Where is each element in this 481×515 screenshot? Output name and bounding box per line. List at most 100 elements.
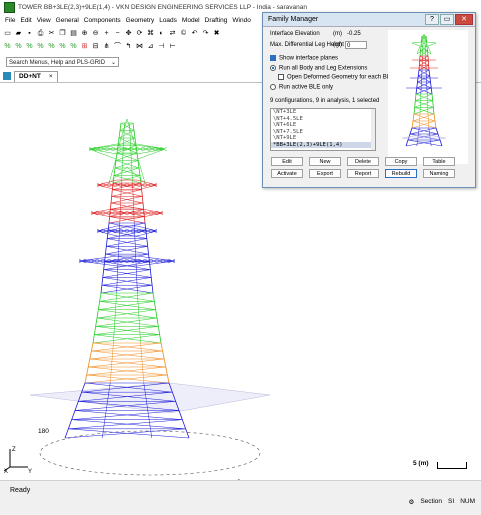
naming-button[interactable]: Naming bbox=[423, 169, 455, 178]
axis-y-label: Y bbox=[28, 469, 32, 473]
pan-icon[interactable]: ✥ bbox=[124, 29, 133, 38]
toolbar-1: ▭▰▪⎙✂❐▤⊕⊖+−✥⟳⌘◐⇄©↶↷✖ bbox=[0, 27, 262, 39]
tool-a-icon[interactable]: % bbox=[3, 42, 12, 51]
menu-item-components[interactable]: Components bbox=[84, 17, 121, 24]
run-all-radio[interactable]: Run all Body and Leg Extensions bbox=[270, 65, 367, 72]
interface-elevation-label: Interface Elevation bbox=[270, 31, 320, 37]
axis-x-label: X bbox=[4, 469, 8, 473]
menu-item-general[interactable]: General bbox=[56, 17, 79, 24]
run-active-radio[interactable]: Run active BLE only bbox=[270, 84, 333, 91]
tool-n-icon[interactable]: ⊿ bbox=[146, 42, 155, 51]
radio-selected-icon bbox=[270, 65, 276, 71]
close-icon[interactable]: ✕ bbox=[455, 14, 473, 25]
tool-o-icon[interactable]: ⊣ bbox=[157, 42, 166, 51]
tool-l-icon[interactable]: ↰ bbox=[124, 42, 133, 51]
configurations-list[interactable]: \NT+3LE\NT+4.5LE\NT+6LE\NT+7.5LE\NT+9LE*… bbox=[270, 108, 376, 151]
copy-icon[interactable]: ❐ bbox=[58, 29, 67, 38]
minus-icon[interactable]: − bbox=[113, 29, 122, 38]
status-ready: Ready bbox=[10, 487, 30, 494]
show-interface-planes-label: Show interface planes bbox=[279, 56, 338, 62]
tab-label: DD+NT bbox=[19, 72, 41, 82]
copy2-icon[interactable]: © bbox=[179, 29, 188, 38]
interface-elevation-field[interactable]: -0.25 bbox=[347, 31, 361, 37]
dialog-title-bar: Family Manager ? ▭ ✕ bbox=[263, 13, 475, 27]
rotate-icon[interactable]: ⟳ bbox=[135, 29, 144, 38]
menu-item-windo[interactable]: Windo bbox=[232, 17, 250, 24]
status-num: NUM bbox=[460, 498, 475, 506]
table-button[interactable]: Table bbox=[423, 157, 455, 166]
list-item[interactable]: *BB+3LE(2,3)+9LE(1,4) bbox=[271, 142, 375, 149]
plus-icon[interactable]: + bbox=[102, 29, 111, 38]
tool-b-icon[interactable]: % bbox=[14, 42, 23, 51]
tool-h-icon[interactable]: ⊞ bbox=[80, 42, 89, 51]
menu-item-loads[interactable]: Loads bbox=[159, 17, 177, 24]
zoom-in-icon[interactable]: ⊕ bbox=[80, 29, 89, 38]
menu-item-file[interactable]: File bbox=[5, 17, 15, 24]
zoom-out-icon[interactable]: ⊖ bbox=[91, 29, 100, 38]
edit-button[interactable]: Edit bbox=[271, 157, 303, 166]
configurations-summary: 9 configurations, 9 in analysis, 1 selec… bbox=[270, 98, 379, 104]
redo-icon[interactable]: ↷ bbox=[201, 29, 210, 38]
wireframe-icon[interactable]: ⌘ bbox=[146, 29, 155, 38]
max-diff-value: 0 bbox=[347, 43, 350, 49]
delete-button[interactable]: Delete bbox=[347, 157, 379, 166]
tower-preview bbox=[388, 30, 468, 164]
menu-item-geometry[interactable]: Geometry bbox=[126, 17, 155, 24]
checkbox-icon bbox=[278, 74, 284, 80]
section-icon: ⚙ bbox=[409, 498, 415, 506]
tool-k-icon[interactable]: ⌒ bbox=[113, 42, 122, 51]
max-diff-unit: (m) bbox=[333, 42, 342, 48]
copy-button[interactable]: Copy bbox=[385, 157, 417, 166]
menu-item-view[interactable]: View bbox=[37, 17, 51, 24]
new-button[interactable]: New bbox=[309, 157, 341, 166]
help-icon[interactable]: ? bbox=[425, 14, 439, 25]
delete-icon[interactable]: ✖ bbox=[212, 29, 221, 38]
export-button[interactable]: Export bbox=[309, 169, 341, 178]
axis-triad: Z Y X bbox=[4, 443, 34, 473]
undo-icon[interactable]: ↶ bbox=[190, 29, 199, 38]
tool-i-icon[interactable]: ⊟ bbox=[91, 42, 100, 51]
toolbar-2: %%%%%%%⊞⊟⋔⌒↰⋈⊿⊣⊢ bbox=[0, 40, 262, 52]
tool-c-icon[interactable]: % bbox=[25, 42, 34, 51]
family-manager-dialog: Family Manager ? ▭ ✕ Interface Elevation… bbox=[262, 12, 476, 188]
minimize-icon[interactable]: ▭ bbox=[440, 14, 454, 25]
tool-f-icon[interactable]: % bbox=[58, 42, 67, 51]
tab-dd-nt[interactable]: DD+NT × bbox=[14, 71, 58, 82]
report-button[interactable]: Report bbox=[347, 169, 379, 178]
sync-icon[interactable]: ⇄ bbox=[168, 29, 177, 38]
show-interface-planes-checkbox[interactable]: Show interface planes bbox=[270, 55, 338, 62]
view-icon[interactable]: ◐ bbox=[157, 29, 166, 38]
menu-item-model[interactable]: Model bbox=[182, 17, 200, 24]
status-units: SI bbox=[448, 498, 454, 506]
checkbox-checked-icon bbox=[270, 55, 276, 61]
status-section: Section bbox=[420, 498, 442, 506]
menu-item-drafting[interactable]: Drafting bbox=[205, 17, 228, 24]
search-placeholder: Search Menus, Help and PLS-GRID bbox=[9, 60, 105, 66]
tab-close-icon[interactable]: × bbox=[49, 72, 53, 82]
paste-icon[interactable]: ▤ bbox=[69, 29, 78, 38]
save-icon[interactable]: ▪ bbox=[25, 29, 34, 38]
status-indicators: ⚙ Section SI NUM bbox=[409, 498, 475, 506]
run-active-label: Run active BLE only bbox=[279, 85, 333, 91]
new-file-icon[interactable]: ▭ bbox=[3, 29, 12, 38]
max-diff-field[interactable]: 0 bbox=[345, 41, 367, 49]
search-input[interactable]: Search Menus, Help and PLS-GRID ⌄ bbox=[6, 57, 119, 67]
print-icon[interactable]: ⎙ bbox=[36, 29, 45, 38]
rebuild-button[interactable]: Rebuild bbox=[385, 169, 417, 178]
open-folder-icon[interactable]: ▰ bbox=[14, 29, 23, 38]
tool-p-icon[interactable]: ⊢ bbox=[168, 42, 177, 51]
run-all-label: Run all Body and Leg Extensions bbox=[279, 66, 367, 72]
cut-icon[interactable]: ✂ bbox=[47, 29, 56, 38]
tool-j-icon[interactable]: ⋔ bbox=[102, 42, 111, 51]
tool-m-icon[interactable]: ⋈ bbox=[135, 42, 144, 51]
open-deformed-checkbox[interactable]: Open Deformed Geometry for each BLE bbox=[278, 74, 394, 81]
angle-180-label: 180 bbox=[38, 428, 49, 435]
tool-e-icon[interactable]: % bbox=[47, 42, 56, 51]
list-scrollbar[interactable] bbox=[371, 109, 375, 150]
chevron-down-icon[interactable]: ⌄ bbox=[111, 58, 116, 68]
menu-item-edit[interactable]: Edit bbox=[20, 17, 31, 24]
activate-button[interactable]: Activate bbox=[271, 169, 303, 178]
tool-g-icon[interactable]: % bbox=[69, 42, 78, 51]
tool-d-icon[interactable]: % bbox=[36, 42, 45, 51]
app-icon bbox=[4, 2, 15, 13]
